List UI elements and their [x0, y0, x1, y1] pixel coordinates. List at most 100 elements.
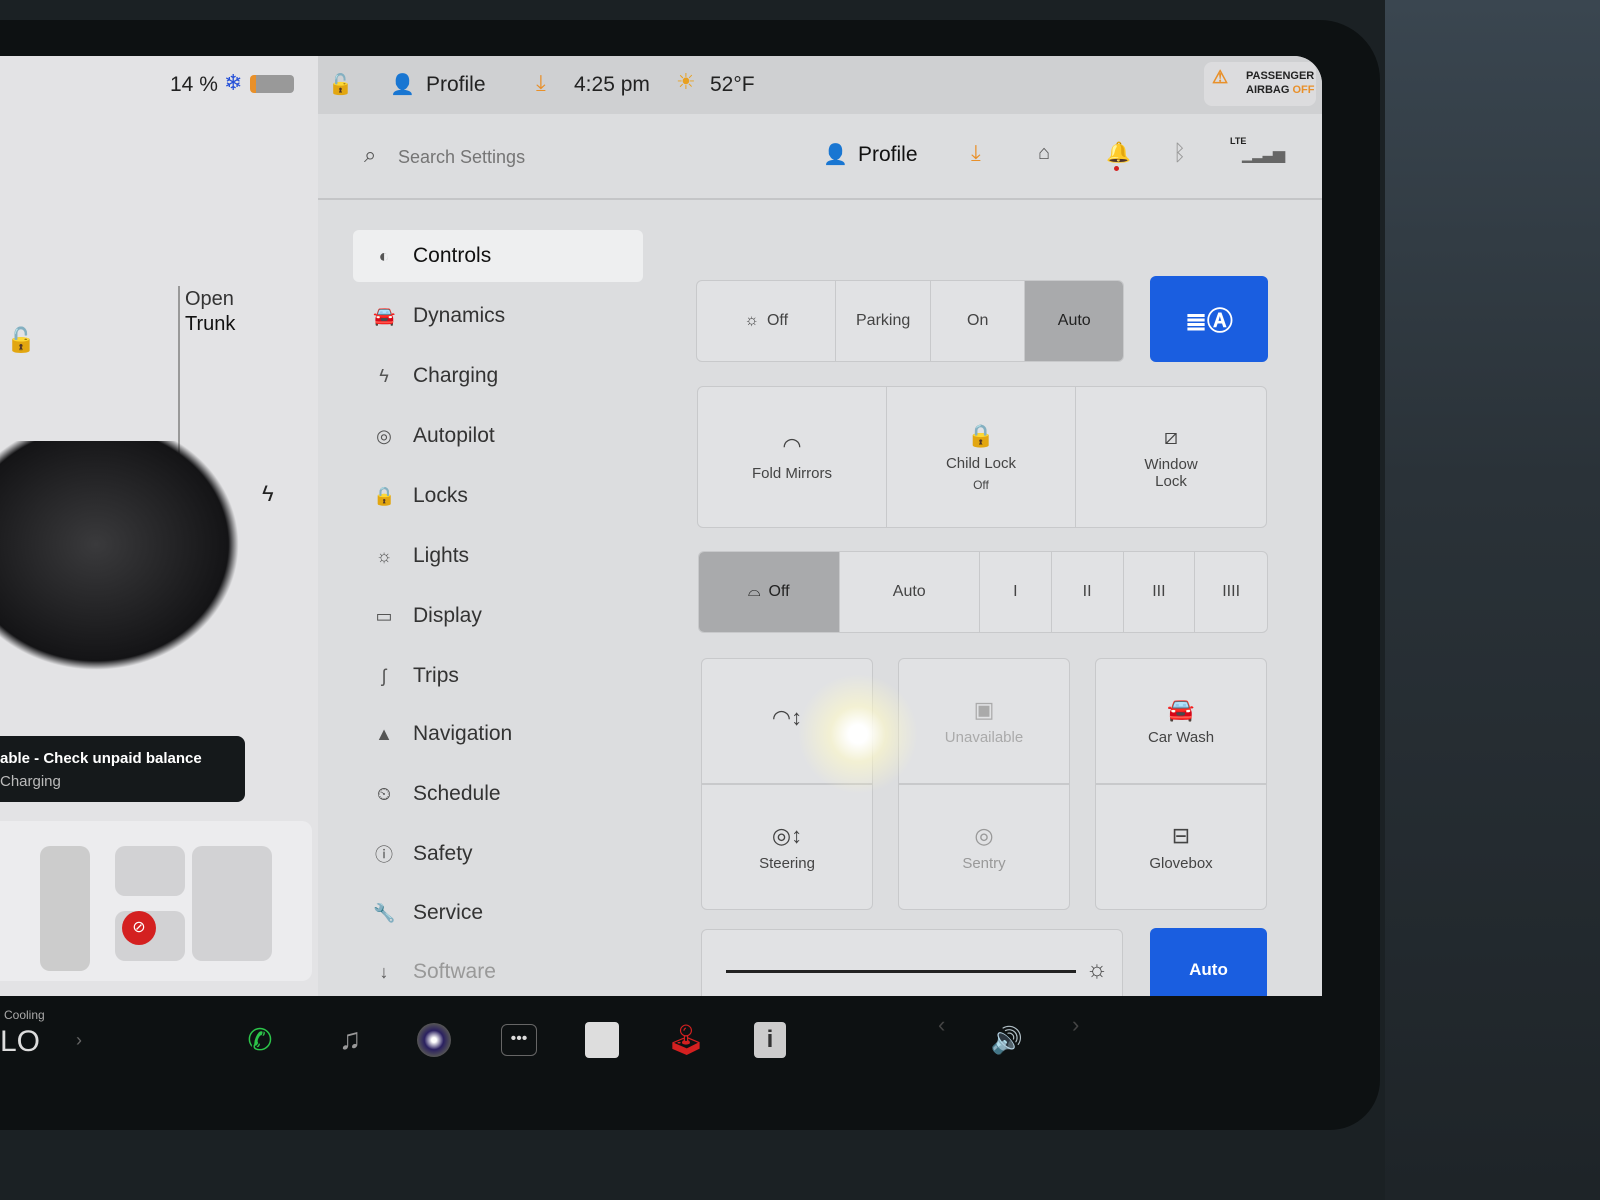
climate-temperature[interactable]: LO [0, 1025, 40, 1059]
menu-item-safety[interactable]: ⓘ Safety [353, 828, 643, 880]
bolt-icon: ϟ [379, 365, 389, 386]
notifications-bell-icon[interactable]: 🔔 [1106, 140, 1131, 165]
music-icon[interactable]: ♫ [330, 1010, 370, 1070]
glovebox-button[interactable]: ⊟ Glovebox [1095, 784, 1267, 910]
window-lock-icon: ⧄ [1164, 424, 1178, 449]
dashcam-viewer-icon[interactable] [584, 1010, 620, 1070]
menu-item-service[interactable]: 🔧 Service [353, 887, 643, 939]
lights-on-option[interactable]: On [931, 281, 1026, 361]
airbag-state: OFF [1292, 84, 1315, 96]
tile-label: Sentry [962, 854, 1006, 872]
volume-left-arrow[interactable]: ‹ [938, 1012, 945, 1038]
lock-icon[interactable]: 🔓 [328, 72, 353, 97]
arcade-joystick-icon[interactable]: 🕹 [666, 1010, 706, 1070]
menu-item-autopilot[interactable]: ◎ Autopilot [353, 410, 643, 462]
child-lock-button[interactable]: 🔒 Child Lock Off [886, 386, 1076, 528]
airbag-line2: AIRBAG [1246, 84, 1290, 96]
unlock-icon[interactable]: 🔓 [6, 326, 36, 355]
menu-label: Safety [413, 842, 473, 865]
settings-header: ⌕ 👤 Profile ⤓ ⌂ 🔔 ᛒ LTE ▁▂▃▅ [318, 114, 1322, 200]
tile-label: Car Wash [1147, 728, 1215, 746]
wiper-auto-option[interactable]: Auto [840, 552, 980, 632]
charging-notice[interactable]: able - Check unpaid balance Charging [0, 736, 245, 802]
menu-label: Locks [413, 484, 468, 507]
wiper-icon: ⌓ [747, 583, 761, 600]
menu-item-locks[interactable]: 🔒 Locks [353, 470, 643, 522]
wiper-speed-2[interactable]: II [1052, 552, 1124, 632]
search-icon: ⌕ [364, 142, 377, 167]
car-image [0, 441, 240, 671]
tile-label: Child Lock [945, 454, 1017, 472]
open-trunk-button[interactable]: Open [185, 288, 234, 311]
mirror-icon: ◠ [782, 432, 802, 458]
search-input[interactable] [398, 140, 698, 174]
menu-item-schedule[interactable]: ⏲ Schedule [353, 768, 643, 820]
window-lock-button[interactable]: ⧄ Window Lock [1075, 386, 1267, 528]
menu-label: Charging [413, 364, 499, 387]
brightness-control: ☼ [701, 929, 1123, 996]
tile-label: Window Lock [1144, 456, 1198, 490]
status-profile[interactable]: Profile [426, 73, 486, 97]
steering-adjust-button[interactable]: ◎↕ Steering [701, 784, 873, 910]
tile-label: Unavailable [944, 728, 1024, 746]
wiper-speed-3[interactable]: III [1124, 552, 1196, 632]
wiper-selector: ⌓ Off Auto I II III IIII [698, 551, 1268, 633]
car-wash-button[interactable]: 🚘 Car Wash [1095, 658, 1267, 784]
bluetooth-icon[interactable]: ᛒ [1173, 140, 1186, 166]
camera-icon: ▣ [973, 696, 995, 722]
alert-icon: ⓘ [375, 845, 393, 865]
menu-item-dynamics[interactable]: 🚘 Dynamics [353, 290, 643, 342]
menu-label: Schedule [413, 782, 501, 805]
child-lock-state: Off [973, 477, 989, 492]
sentry-button[interactable]: ◎ Sentry [898, 784, 1070, 910]
notice-title: able - Check unpaid balance [0, 750, 202, 767]
volume-icon[interactable]: 🔊 [985, 1010, 1029, 1070]
airbag-line1: PASSENGER [1246, 70, 1315, 82]
dashboard-shape [40, 846, 90, 971]
steering-wheel-icon: ◎↕ [771, 822, 803, 848]
lights-off-option[interactable]: ☼ Off [697, 281, 837, 361]
manual-icon[interactable]: i [752, 1010, 788, 1070]
wiper-speed-1[interactable]: I [980, 552, 1052, 632]
navigation-arrow-icon: ▲ [375, 723, 393, 744]
download-icon: ↓ [379, 961, 389, 982]
sun-icon: ☼ [375, 545, 393, 566]
car-panel: 14 % ❄ Open Trunk 🔓 ϟ able - Check unpai… [0, 56, 318, 996]
lights-parking-option[interactable]: Parking [836, 281, 931, 361]
headlight-off-icon: ☼ [744, 312, 759, 329]
header-profile-button[interactable]: Profile [858, 143, 918, 167]
fold-mirrors-button[interactable]: ◠ Fold Mirrors [697, 386, 887, 528]
auto-high-beam-button[interactable]: ≣Ⓐ [1150, 276, 1268, 362]
tile-label: Glovebox [1149, 854, 1213, 872]
wiper-off-option[interactable]: ⌓ Off [699, 552, 840, 632]
brightness-auto-button[interactable]: Auto [1150, 928, 1267, 996]
temperature: 52°F [710, 73, 755, 96]
menu-item-controls[interactable]: ◐ Controls [353, 230, 643, 282]
open-trunk-label[interactable]: Trunk [185, 313, 235, 336]
climate-right-arrow[interactable]: › [76, 1030, 82, 1051]
menu-item-lights[interactable]: ☼ Lights [353, 530, 643, 582]
phone-icon[interactable]: ✆ [240, 1010, 280, 1070]
wiper-speed-4[interactable]: IIII [1195, 552, 1267, 632]
menu-item-trips[interactable]: ʃ Trips [353, 650, 643, 702]
brightness-slider[interactable] [726, 970, 1076, 973]
menu-label: Dynamics [413, 304, 506, 327]
sun-icon: ☀ [676, 69, 696, 94]
volume-right-arrow[interactable]: › [1072, 1012, 1079, 1038]
charge-bolt-icon[interactable]: ϟ [262, 481, 274, 507]
menu-item-display[interactable]: ▭ Display [353, 590, 643, 642]
software-update-icon[interactable]: ⤓ [971, 140, 981, 166]
lights-auto-option[interactable]: Auto [1025, 281, 1123, 361]
menu-item-navigation[interactable]: ▲ Navigation [353, 708, 643, 760]
menu-item-software[interactable]: ↓ Software [353, 946, 643, 996]
menu-item-charging[interactable]: ϟ Charging [353, 350, 643, 402]
driver-seat [115, 846, 185, 896]
rear-seat [192, 846, 272, 961]
more-apps-icon[interactable]: ••• [498, 1010, 540, 1070]
homelink-garage-icon[interactable]: ⌂ [1038, 142, 1050, 165]
car-icon: 🚘 [373, 305, 396, 326]
camera-app-icon[interactable] [412, 1010, 456, 1070]
menu-label: Trips [413, 664, 459, 687]
steering-wheel-icon: ◎ [376, 425, 392, 446]
airbag-off-icon: ⊘ [122, 911, 156, 945]
